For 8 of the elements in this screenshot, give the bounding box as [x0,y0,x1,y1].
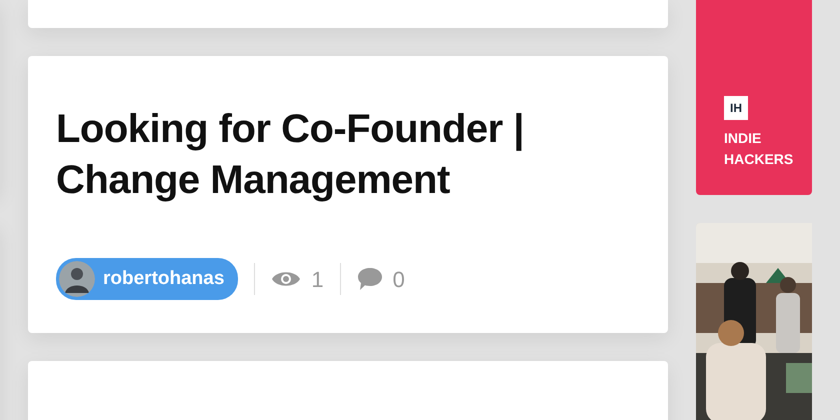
brand-name: INDIE HACKERS [724,129,794,169]
post-title[interactable]: Looking for Co-Founder | Change Management [56,104,640,206]
logo: IH [724,96,748,120]
comment-icon [356,267,383,292]
view-count: 1 [311,266,324,294]
avatar [59,261,95,298]
promo-banner[interactable]: IH INDIE HACKERS [696,0,812,195]
comment-count: 0 [392,266,405,294]
